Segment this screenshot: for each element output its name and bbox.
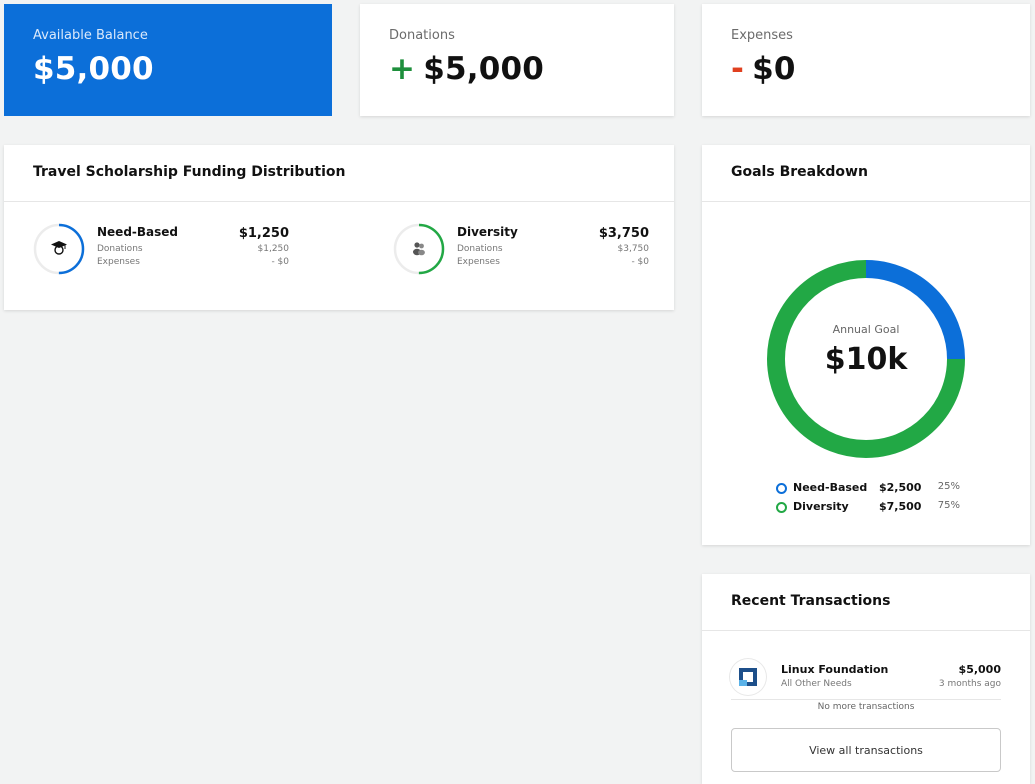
available-balance-label: Available Balance [33,28,148,43]
no-more-transactions-note: No more transactions [817,702,915,712]
fund-donations-label: Donations [97,244,143,254]
legend-percent: 25% [937,481,960,492]
view-all-transactions-button[interactable]: View all transactions [731,728,1001,772]
available-balance-value: $5,000 [33,51,154,87]
fund-donations-value: $3,750 [617,244,650,254]
fund-name: Need-Based [97,225,179,239]
fund-donations-value: $1,250 [257,244,290,254]
fund-diversity[interactable]: Diversity Donations Expenses $3,750 $3,7… [393,223,649,275]
recent-transactions-card: Recent Transactions Linux Foundation All… [702,574,1030,784]
donut-center-label: Annual Goal [832,323,900,336]
donut-center-value: $10k [824,342,908,377]
fund-total: $3,750 [598,226,649,241]
available-balance-card: Available Balance $5,000 [4,4,332,116]
minus-sign: - [731,51,745,87]
fund-expenses-label: Expenses [457,257,500,267]
legend-name: Diversity [793,500,849,513]
legend-amount: $2,500 [879,481,922,494]
fund-name: Diversity [457,225,518,239]
goals-breakdown-title: Goals Breakdown [731,164,868,180]
transaction-time: 3 months ago [938,679,1001,689]
funding-distribution-title: Travel Scholarship Funding Distribution [33,164,346,180]
divider [702,630,1030,631]
legend-item-diversity: Diversity $7,500 75% [776,500,966,516]
fund-expenses-value: - $0 [631,257,649,267]
expenses-value: $0 [752,51,796,87]
divider [702,201,1030,202]
transaction-amount: $5,000 [958,663,1001,676]
funding-distribution-card: Travel Scholarship Funding Distribution … [4,145,674,310]
donations-value: $5,000 [423,51,545,87]
expenses-label: Expenses [731,28,793,43]
recent-transactions-title: Recent Transactions [731,593,891,609]
fund-expenses-value: - $0 [271,257,289,267]
transaction-name: Linux Foundation [781,663,889,676]
expenses-card: Expenses - $0 [702,4,1030,116]
legend-name: Need-Based [793,481,868,494]
legend-dot [776,483,787,494]
divider [4,201,674,202]
donations-label: Donations [389,28,455,43]
fund-expenses-label: Expenses [97,257,140,267]
legend-dot [776,502,787,513]
legend-percent: 75% [937,500,960,511]
legend-amount: $7,500 [879,500,922,513]
fund-donations-label: Donations [457,244,503,254]
plus-sign: + [389,51,416,87]
linux-foundation-logo [730,659,766,695]
graduate-icon [50,239,68,257]
expenses-value-row: - $0 [731,51,796,87]
goals-breakdown-card: Goals Breakdown Annual Goal $10k Need-Ba… [702,145,1030,545]
fund-need-based[interactable]: Need-Based Donations Expenses $1,250 $1,… [33,223,289,275]
legend-item-need-based: Need-Based $2,500 25% [776,481,966,497]
fund-total: $1,250 [238,226,289,241]
divider [731,699,1001,700]
people-icon [410,239,428,257]
donations-card: Donations + $5,000 [360,4,674,116]
transaction-category: All Other Needs [781,679,852,689]
donations-value-row: + $5,000 [389,51,544,87]
